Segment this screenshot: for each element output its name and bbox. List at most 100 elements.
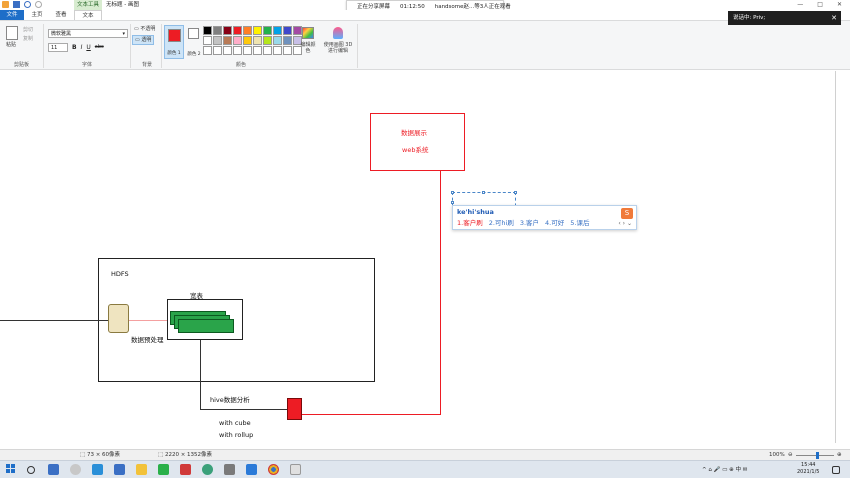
thin-red-connector	[129, 320, 167, 321]
palette-color-swatch[interactable]	[203, 26, 212, 35]
font-family-select[interactable]: 微软雅黑 ▾	[48, 29, 128, 38]
palette-color-swatch[interactable]	[253, 36, 262, 45]
palette-color-swatch[interactable]	[233, 26, 242, 35]
app-icon[interactable]	[158, 464, 169, 475]
task-view-icon[interactable]	[48, 464, 59, 475]
palette-color-swatch[interactable]	[243, 26, 252, 35]
palette-color-swatch[interactable]	[253, 26, 262, 35]
app-icon[interactable]	[114, 464, 125, 475]
paint-icon[interactable]	[290, 464, 301, 475]
bold-button[interactable]: B	[72, 43, 77, 52]
hive-label: hive数据分析	[210, 396, 250, 404]
app-icon[interactable]	[202, 464, 213, 475]
speaking-text: 说话中: Priv;	[733, 15, 766, 21]
windows-start-icon[interactable]	[6, 464, 17, 475]
edge-browser-icon[interactable]	[92, 464, 103, 475]
palette-color-swatch[interactable]	[243, 36, 252, 45]
palette-color-swatch[interactable]	[213, 36, 222, 45]
redo-icon[interactable]	[35, 1, 42, 8]
opaque-option[interactable]: ▭ 不透明	[132, 25, 157, 33]
background-group-label: 背景	[142, 62, 153, 68]
paste-icon[interactable]	[6, 26, 18, 40]
ime-candidates: 1.客户刷 2.可hi刷 3.客户 4.可好 5.课后	[457, 219, 589, 228]
palette-color-swatch[interactable]	[233, 36, 242, 45]
intellij-icon[interactable]	[180, 464, 191, 475]
font-family-value: 微软雅黑	[51, 31, 72, 37]
palette-color-swatch[interactable]	[283, 36, 292, 45]
resize-handle[interactable]	[482, 191, 485, 194]
palette-color-swatch[interactable]	[293, 26, 302, 35]
palette-color-swatch[interactable]	[203, 36, 212, 45]
palette-color-swatch[interactable]	[223, 26, 232, 35]
palette-color-swatch[interactable]	[203, 46, 212, 55]
system-tray-icons[interactable]: ^ ⌂ 🎤 ▭ ⊕ 中 ✉	[702, 461, 747, 478]
font-size-select[interactable]: 11	[48, 43, 68, 52]
palette-color-swatch[interactable]	[273, 46, 282, 55]
transparent-option[interactable]: ▭ 透明	[132, 35, 155, 45]
color-2-button[interactable]: 颜色 2	[186, 25, 202, 59]
search-icon[interactable]	[27, 466, 35, 474]
palette-color-swatch[interactable]	[213, 26, 222, 35]
tab-file[interactable]: 文件	[0, 10, 24, 20]
palette-color-swatch[interactable]	[273, 26, 282, 35]
save-icon[interactable]	[13, 1, 20, 8]
maximize-button[interactable]: □	[817, 0, 823, 10]
chrome-icon[interactable]	[268, 464, 279, 475]
file-explorer-icon[interactable]	[136, 464, 147, 475]
palette-color-swatch[interactable]	[273, 36, 282, 45]
app-icon[interactable]	[224, 464, 235, 475]
opaque-label: 不透明	[140, 26, 156, 32]
undo-icon[interactable]	[24, 1, 31, 8]
palette-color-swatch[interactable]	[263, 36, 272, 45]
paint3d-button[interactable]: 使用画图 3D 进行编辑	[322, 42, 354, 54]
red-rectangle	[287, 398, 302, 420]
color-1-button[interactable]: 颜色 1	[164, 25, 184, 59]
ime-candidate[interactable]: 4.可好	[545, 219, 564, 228]
ime-candidate[interactable]: 1.客户刷	[457, 219, 483, 228]
italic-button[interactable]: I	[81, 43, 83, 52]
zoom-slider-thumb[interactable]	[816, 452, 819, 459]
palette-color-swatch[interactable]	[223, 46, 232, 55]
paste-button[interactable]: 粘贴	[6, 42, 16, 48]
palette-color-swatch[interactable]	[253, 46, 262, 55]
tab-view[interactable]: 查看	[50, 10, 72, 20]
palette-color-swatch[interactable]	[283, 26, 292, 35]
strikethrough-button[interactable]: abc	[95, 43, 104, 52]
palette-color-swatch[interactable]	[233, 46, 242, 55]
app-icon[interactable]	[246, 464, 257, 475]
cube-label: with cube	[219, 419, 251, 427]
palette-color-swatch[interactable]	[213, 46, 222, 55]
minimize-button[interactable]: —	[797, 0, 803, 10]
palette-color-swatch[interactable]	[263, 46, 272, 55]
palette-color-swatch[interactable]	[223, 36, 232, 45]
paint3d-icon[interactable]	[333, 27, 343, 39]
app-icon[interactable]	[70, 464, 81, 475]
ime-candidate[interactable]: 5.课后	[570, 219, 589, 228]
notification-center-icon[interactable]	[832, 466, 840, 474]
edit-colors-button[interactable]: 编辑颜色	[300, 42, 316, 54]
close-button[interactable]: ✕	[837, 0, 842, 10]
close-icon[interactable]: ✕	[831, 11, 837, 25]
status-bar: ⬚ 73 × 60像素 ⬚ 2220 × 1352像素 100% ⊖ ⊕	[0, 449, 850, 460]
tab-text[interactable]: 文本	[74, 10, 102, 20]
copy-button[interactable]: 复制	[23, 36, 33, 42]
clock[interactable]: 15:44 2021/1/5	[797, 462, 819, 476]
web-box-subtitle: web系统	[402, 146, 429, 154]
ime-candidate[interactable]: 2.可hi刷	[489, 219, 514, 228]
rollup-label: with rollup	[219, 431, 254, 439]
underline-button[interactable]: U	[86, 43, 90, 52]
resize-handle[interactable]	[451, 191, 454, 194]
zoom-slider[interactable]	[796, 455, 834, 456]
ime-page-arrows[interactable]: ‹ › ⌄	[618, 219, 632, 228]
palette-color-swatch[interactable]	[263, 26, 272, 35]
resize-handle[interactable]	[514, 191, 517, 194]
ime-candidate[interactable]: 3.客户	[520, 219, 539, 228]
edit-colors-icon[interactable]	[302, 27, 314, 39]
cut-button[interactable]: 剪切	[23, 27, 33, 33]
palette-color-swatch[interactable]	[283, 46, 292, 55]
ime-candidate-window[interactable]: ke'hi'shua 1.客户刷 2.可hi刷 3.客户 4.可好 5.课后 S…	[452, 205, 637, 230]
palette-color-swatch[interactable]	[243, 46, 252, 55]
tab-home[interactable]: 主页	[26, 10, 48, 20]
color-palette	[203, 26, 302, 55]
resize-handle[interactable]	[451, 201, 454, 204]
